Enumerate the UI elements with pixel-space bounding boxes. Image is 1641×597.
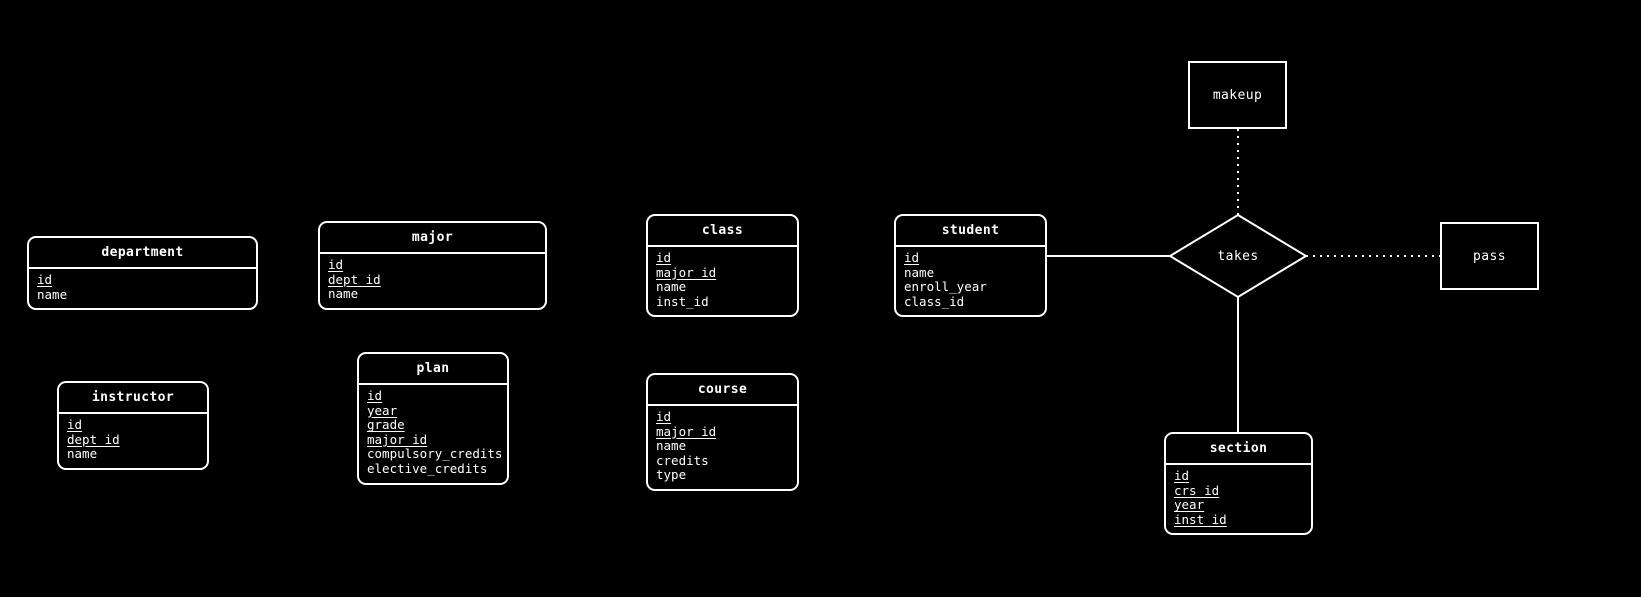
entity-section[interactable]: section id crs_id year inst_id <box>1164 432 1313 536</box>
entity-instructor[interactable]: instructor id dept_id name <box>57 381 209 470</box>
attribute-row: inst_id <box>656 293 709 309</box>
attribute-row: major_id <box>656 264 717 280</box>
attribute-row: dept_id <box>328 271 381 287</box>
entity-attributes: id crs_id year inst_id <box>1166 465 1311 533</box>
entity-class[interactable]: class id major_id name inst_id <box>646 214 799 318</box>
attribute-row: name <box>328 286 359 302</box>
relationship-takes[interactable]: takes <box>1170 215 1306 297</box>
attribute-row: enroll_year <box>904 279 987 295</box>
note-makeup-label: makeup <box>1212 87 1263 103</box>
attribute-row: year <box>1174 497 1205 513</box>
attribute-row: dept_id <box>67 431 120 447</box>
attribute-row: compulsory_credits <box>367 446 503 462</box>
entity-department[interactable]: department id name <box>27 236 258 311</box>
entity-attributes: id year grade major_id compulsory_credit… <box>359 385 507 483</box>
entity-attributes: id dept_id name <box>59 414 207 468</box>
attribute-row: name <box>37 286 68 302</box>
relationship-takes-label: takes <box>1217 248 1259 264</box>
entity-title: department <box>29 238 256 269</box>
entity-title: section <box>1166 434 1311 465</box>
attribute-row: name <box>67 446 98 462</box>
attribute-row: id <box>904 250 920 265</box>
entity-plan[interactable]: plan id year grade major_id compulsory_c… <box>357 352 509 485</box>
entity-major[interactable]: major id dept_id name <box>318 221 547 310</box>
attribute-row: credits <box>656 452 709 468</box>
note-makeup[interactable]: makeup <box>1188 61 1287 129</box>
attribute-row: crs_id <box>1174 482 1220 498</box>
note-pass-label: pass <box>1473 248 1506 264</box>
attribute-row: id <box>656 250 672 265</box>
attribute-row: class_id <box>904 293 965 309</box>
entity-title: major <box>320 223 545 254</box>
entity-course[interactable]: course id major_id name credits type <box>646 373 799 491</box>
attribute-row: id <box>328 257 344 272</box>
note-pass[interactable]: pass <box>1440 222 1539 290</box>
attribute-row: elective_credits <box>367 460 488 476</box>
attribute-row: name <box>904 264 935 280</box>
entity-attributes: id name <box>29 269 256 308</box>
attribute-row: year <box>367 402 398 418</box>
entity-title: course <box>648 375 797 406</box>
attribute-row: id <box>367 388 383 403</box>
entity-title: class <box>648 216 797 247</box>
attribute-row: name <box>656 279 687 295</box>
entity-title: plan <box>359 354 507 385</box>
entity-attributes: id major_id name inst_id <box>648 247 797 315</box>
er-diagram-canvas: department id name major id dept_id name… <box>0 0 1641 597</box>
entity-student[interactable]: student id name enroll_year class_id <box>894 214 1047 318</box>
attribute-row: id <box>67 417 83 432</box>
entity-title: student <box>896 216 1045 247</box>
entity-attributes: id dept_id name <box>320 254 545 308</box>
attribute-row: major_id <box>656 423 717 439</box>
attribute-row: type <box>656 467 687 483</box>
attribute-row: inst_id <box>1174 511 1227 527</box>
attribute-row: grade <box>367 417 405 433</box>
attribute-row: name <box>656 438 687 454</box>
entity-attributes: id name enroll_year class_id <box>896 247 1045 315</box>
entity-attributes: id major_id name credits type <box>648 406 797 489</box>
attribute-row: id <box>37 272 53 287</box>
entity-title: instructor <box>59 383 207 414</box>
attribute-row: id <box>1174 468 1190 483</box>
attribute-row: major_id <box>367 431 428 447</box>
attribute-row: id <box>656 409 672 424</box>
